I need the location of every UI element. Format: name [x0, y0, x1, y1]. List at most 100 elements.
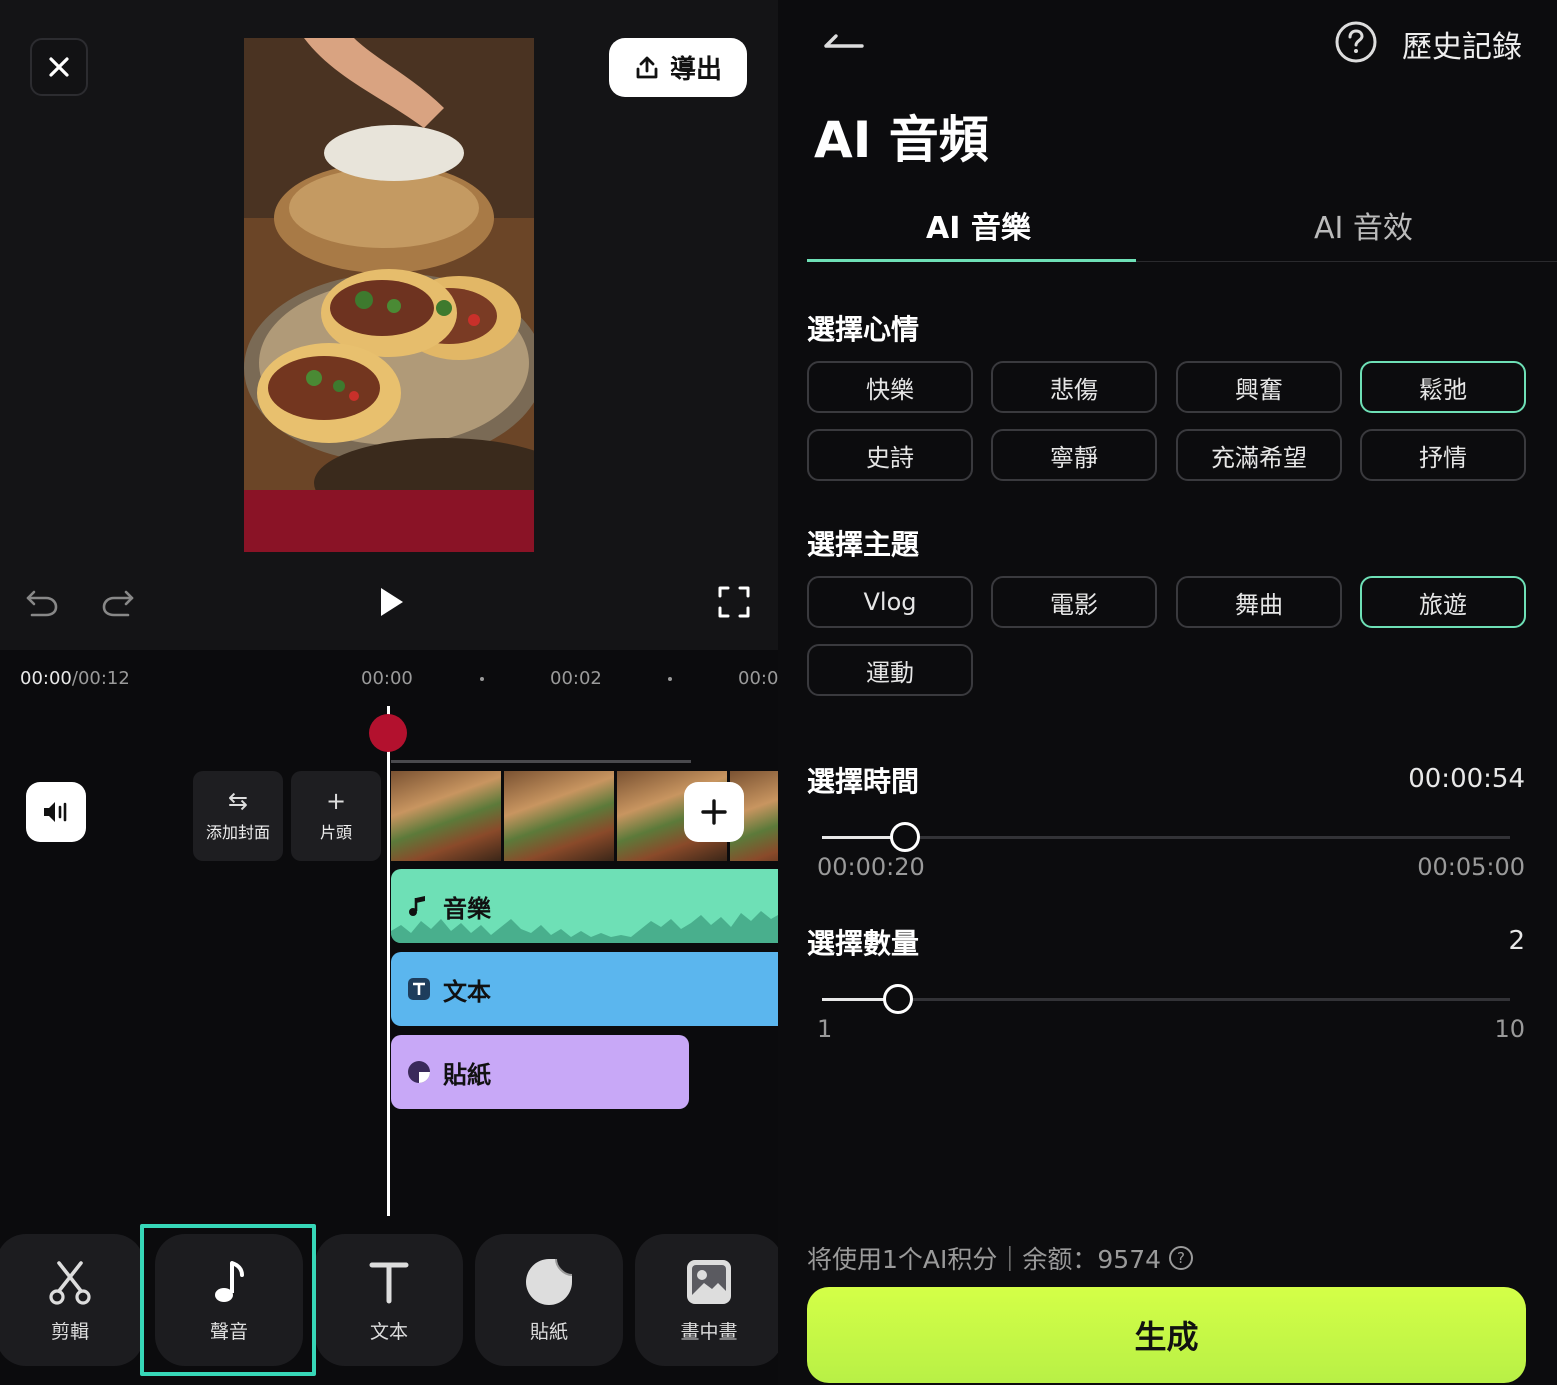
timecode-current: 00:00	[20, 668, 72, 689]
theme-chip[interactable]: 運動	[807, 644, 973, 696]
timecode-total: /00:12	[71, 668, 130, 689]
panel-title: AI 音頻	[814, 111, 989, 169]
theme-chip[interactable]: Vlog	[807, 576, 973, 628]
ruler-tick	[480, 677, 484, 681]
theme-chip[interactable]: 電影	[991, 576, 1157, 628]
info-question-icon[interactable]: ?	[1169, 1246, 1194, 1270]
swap-arrows-icon: ⇆	[227, 787, 249, 815]
add-intro-button[interactable]: + 片頭	[291, 771, 381, 861]
mute-original-audio-button[interactable]	[26, 782, 86, 842]
add-intro-label: 片頭	[319, 823, 352, 842]
count-slider[interactable]	[822, 984, 1510, 1014]
sticker-track[interactable]: 貼紙	[391, 1035, 689, 1109]
credits-info: 将使用1个AI积分｜余额：9574 ?	[807, 1240, 1194, 1276]
picture-in-picture-icon	[687, 1259, 731, 1304]
redo-icon	[102, 590, 134, 617]
sticker-icon	[407, 1060, 431, 1084]
question-circle-icon	[1335, 21, 1377, 63]
mood-chip[interactable]: 興奮	[1176, 361, 1342, 413]
text-t-icon	[407, 977, 431, 1001]
mood-chip[interactable]: 悲傷	[991, 361, 1157, 413]
tool-sticker[interactable]: 貼紙	[475, 1234, 623, 1366]
clip-thumbnail	[391, 771, 501, 861]
history-link[interactable]: 歷史記錄	[1402, 22, 1522, 66]
tool-text[interactable]: 文本	[315, 1234, 463, 1366]
theme-chip[interactable]: 舞曲	[1176, 576, 1342, 628]
ruler-tick	[668, 677, 672, 681]
music-note-icon	[407, 894, 431, 918]
clip-trim-line	[391, 760, 691, 763]
selected-tool-highlight	[140, 1224, 316, 1376]
tool-pip[interactable]: 畫中畫	[635, 1234, 778, 1366]
playhead[interactable]	[387, 706, 390, 1216]
playhead-handle[interactable]	[369, 714, 407, 752]
export-label: 導出	[669, 55, 722, 85]
bottom-toolbar: 剪輯 聲音 文本 貼紙 畫中畫	[0, 1234, 778, 1366]
back-button[interactable]	[822, 26, 866, 56]
play-icon	[381, 588, 403, 616]
clip-thumbnail	[504, 771, 614, 861]
ruler-label: 00:00	[361, 668, 413, 689]
tool-edit-label: 剪輯	[50, 1320, 89, 1343]
duration-section-label: 選擇時間	[807, 765, 920, 798]
generate-button[interactable]: 生成	[807, 1287, 1526, 1383]
mood-chip[interactable]: 充滿希望	[1176, 429, 1342, 481]
tab-ai-music[interactable]: AI 音樂	[926, 203, 1031, 247]
tacos-photo-illustration	[244, 38, 534, 528]
ai-audio-panel: 歷史記錄 AI 音頻 AI 音樂 AI 音效 選擇心情 快樂 悲傷 興奮 鬆弛 …	[778, 0, 1557, 1385]
theme-chip[interactable]: 旅遊	[1360, 576, 1526, 628]
duration-max-label: 00:05:00	[1417, 853, 1525, 881]
text-track-label: 文本	[443, 977, 491, 1006]
export-button[interactable]: 導出	[609, 38, 747, 97]
text-track[interactable]: 文本	[391, 952, 778, 1026]
video-frame-image	[244, 38, 534, 528]
plus-icon	[701, 799, 727, 825]
mood-section-label: 選擇心情	[807, 313, 920, 346]
redo-button[interactable]	[98, 582, 138, 622]
mood-chip[interactable]: 鬆弛	[1360, 361, 1526, 413]
close-button[interactable]	[30, 38, 88, 96]
help-button[interactable]	[1334, 20, 1378, 64]
duration-slider[interactable]	[822, 822, 1510, 852]
tool-edit[interactable]: 剪輯	[0, 1234, 144, 1366]
music-track[interactable]: 音樂	[391, 869, 778, 943]
scissors-icon	[49, 1260, 91, 1305]
theme-section-label: 選擇主題	[807, 528, 920, 561]
mood-chip[interactable]: 抒情	[1360, 429, 1526, 481]
video-preview[interactable]	[244, 38, 534, 552]
preview-area: 導出	[0, 0, 778, 650]
mood-chip[interactable]: 史詩	[807, 429, 973, 481]
timecode: 00:00/00:12	[20, 668, 130, 689]
fullscreen-icon	[718, 586, 750, 618]
ruler-label: 00:02	[550, 668, 602, 689]
ruler-label: 00:0	[738, 668, 778, 689]
back-arrow-icon	[824, 34, 864, 48]
tool-pip-label: 畫中畫	[680, 1320, 738, 1343]
upload-icon	[636, 56, 658, 78]
play-button[interactable]	[370, 582, 410, 622]
credits-text: 将使用1个AI积分｜余额：9574	[807, 1245, 1162, 1274]
add-cover-button[interactable]: ⇆ 添加封面	[193, 771, 283, 861]
close-icon	[49, 57, 69, 77]
count-section-label: 選擇數量	[807, 927, 920, 960]
count-slider-thumb[interactable]	[883, 984, 913, 1014]
tool-sticker-label: 貼紙	[529, 1320, 568, 1343]
mood-chip[interactable]: 寧靜	[991, 429, 1157, 481]
tab-ai-sfx[interactable]: AI 音效	[1314, 203, 1413, 247]
count-min-label: 1	[817, 1015, 833, 1043]
duration-slider-thumb[interactable]	[890, 822, 920, 852]
duration-min-label: 00:00:20	[817, 853, 925, 881]
sticker-icon	[526, 1258, 573, 1305]
add-cover-label: 添加封面	[205, 823, 270, 842]
count-max-label: 10	[1494, 1015, 1525, 1043]
speaker-icon	[44, 802, 67, 822]
count-value: 2	[1508, 926, 1525, 956]
mood-chip[interactable]: 快樂	[807, 361, 973, 413]
add-clip-button[interactable]	[684, 782, 744, 842]
undo-button[interactable]	[22, 582, 62, 622]
sticker-track-label: 貼紙	[443, 1060, 491, 1089]
fullscreen-button[interactable]	[714, 582, 754, 622]
video-caption-bar	[244, 490, 534, 552]
text-t-icon	[369, 1262, 409, 1303]
tool-text-label: 文本	[369, 1320, 408, 1343]
